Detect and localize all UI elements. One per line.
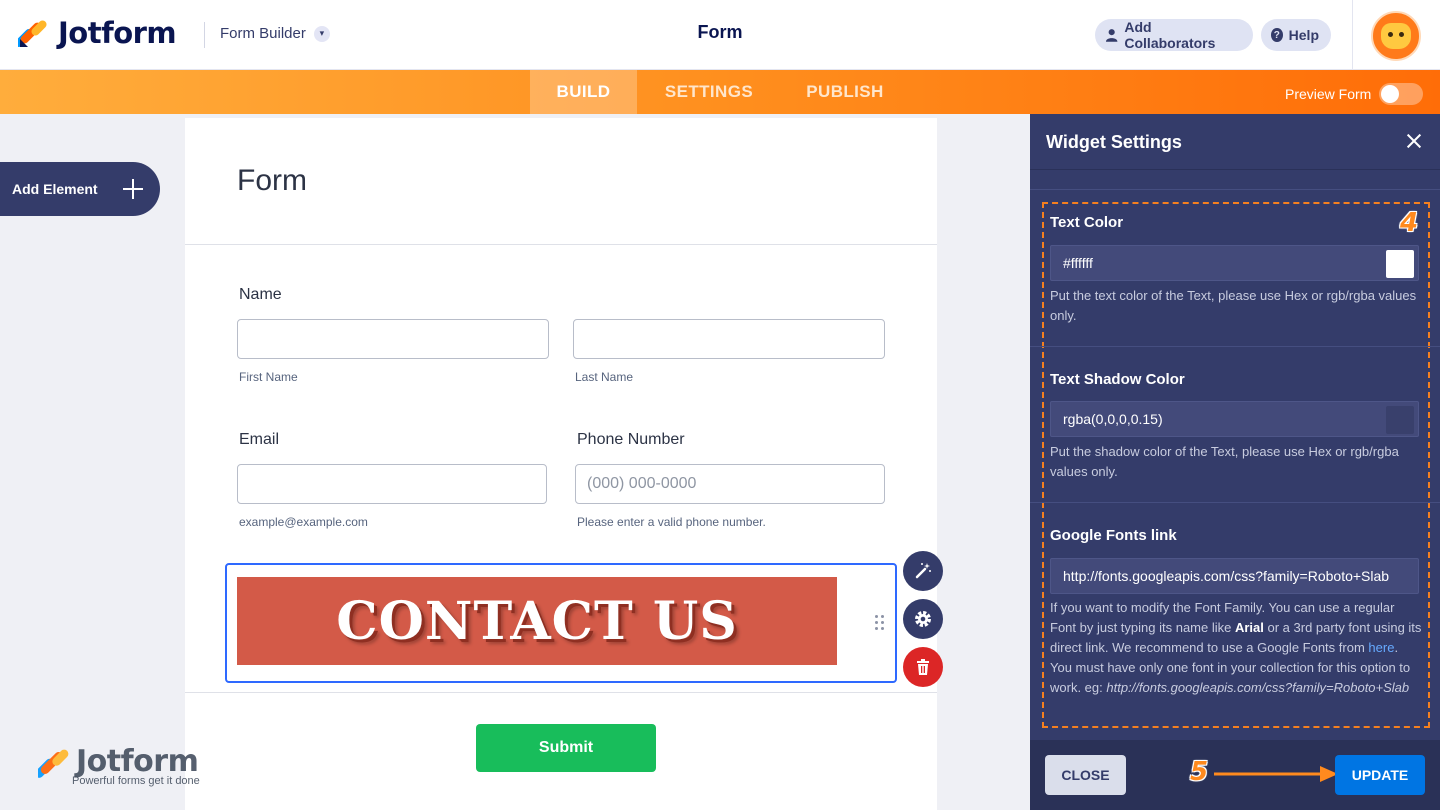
last-name-sublabel: Last Name (575, 370, 634, 384)
contact-us-text: CONTACT US (336, 590, 738, 652)
heading-divider (185, 244, 937, 245)
tab-build[interactable]: BUILD (530, 70, 637, 114)
submit-button[interactable]: Submit (476, 724, 656, 772)
magic-wand-icon (915, 563, 931, 579)
close-button[interactable]: CLOSE (1045, 755, 1126, 795)
add-element-label: Add Element (12, 181, 98, 197)
chevron-down-icon: ▾ (313, 25, 330, 42)
user-icon (1105, 29, 1118, 42)
avatar-face-icon (1381, 23, 1411, 49)
contact-us-image: CONTACT US (237, 577, 837, 665)
panel-header: Widget Settings (1030, 114, 1440, 170)
google-fonts-help: If you want to modify the Font Family. Y… (1050, 598, 1422, 698)
form-title[interactable]: Form (620, 22, 820, 43)
text-shadow-swatch[interactable] (1386, 406, 1414, 434)
section-divider (1030, 502, 1440, 503)
google-fonts-value: http://fonts.googleapis.com/css?family=R… (1063, 568, 1390, 584)
phone-label: Phone Number (577, 431, 685, 448)
tab-publish[interactable]: PUBLISH (781, 70, 909, 114)
panel-title: Widget Settings (1046, 132, 1182, 152)
jotform-logo-icon (18, 20, 47, 47)
step-4-annotation: 4 (1400, 208, 1419, 238)
google-fonts-label: Google Fonts link (1050, 527, 1177, 544)
form-heading[interactable]: Form (237, 164, 307, 198)
tab-settings[interactable]: SETTINGS (637, 70, 781, 114)
text-shadow-value: rgba(0,0,0,0.15) (1063, 411, 1163, 427)
image-widget-selected[interactable]: CONTACT US (225, 563, 897, 683)
preview-form-toggle[interactable]: Preview Form (1285, 83, 1424, 105)
panel-footer: CLOSE 5 UPDATE (1030, 740, 1440, 810)
watermark-wordmark: Jotform (76, 744, 199, 779)
logo-wordmark: Jotform (58, 16, 177, 50)
toggle-knob (1381, 85, 1400, 103)
text-color-value: #ffffff (1063, 255, 1093, 271)
fonts-help-arial: Arial (1234, 620, 1264, 635)
help-button[interactable]: ? Help (1261, 19, 1331, 51)
text-color-label: Text Color (1050, 214, 1124, 231)
avatar[interactable] (1371, 11, 1421, 61)
close-icon[interactable] (1406, 133, 1422, 149)
watermark-logo-icon (38, 749, 69, 778)
phone-placeholder: (000) 000-0000 (587, 475, 697, 492)
first-name-input[interactable] (237, 319, 549, 359)
question-icon: ? (1271, 28, 1283, 42)
add-collaborators-button[interactable]: Add Collaborators (1095, 19, 1253, 51)
form-builder-label: Form Builder (220, 25, 306, 42)
phone-sublabel: Please enter a valid phone number. (577, 515, 766, 529)
section-divider (1030, 346, 1440, 347)
delete-button[interactable] (903, 647, 943, 687)
widget-settings-button[interactable] (903, 599, 943, 639)
add-collaborators-label: Add Collaborators (1124, 19, 1216, 51)
submit-divider (185, 692, 937, 693)
google-fonts-input[interactable]: http://fonts.googleapis.com/css?family=R… (1050, 558, 1419, 594)
jotform-logo[interactable]: Jotform (18, 16, 177, 50)
arrow-right-icon (1214, 766, 1338, 782)
toggle-switch[interactable] (1379, 83, 1424, 105)
email-label: Email (239, 431, 280, 448)
header-divider (204, 22, 205, 48)
builder-nav: BUILD SETTINGS PUBLISH Preview Form (0, 70, 1440, 114)
drag-handle-icon[interactable] (875, 615, 885, 631)
fonts-help-example: http://fonts.googleapis.com/css?family=R… (1106, 680, 1410, 695)
add-element-button[interactable]: Add Element (0, 162, 160, 216)
first-name-sublabel: First Name (239, 370, 298, 384)
plus-icon (122, 178, 144, 200)
magic-wand-button[interactable] (903, 551, 943, 591)
last-name-input[interactable] (573, 319, 885, 359)
email-sublabel: example@example.com (239, 515, 368, 529)
text-shadow-input[interactable]: rgba(0,0,0,0.15) (1050, 401, 1419, 437)
text-shadow-label: Text Shadow Color (1050, 371, 1185, 388)
top-header: Jotform Form Builder ▾ Form Add Collabor… (0, 0, 1440, 70)
panel-divider (1030, 189, 1440, 190)
phone-input[interactable]: (000) 000-0000 (575, 464, 885, 504)
text-color-help: Put the text color of the Text, please u… (1050, 288, 1417, 323)
trash-icon (917, 659, 929, 675)
google-fonts-link[interactable]: here (1368, 640, 1394, 655)
help-label: Help (1288, 27, 1319, 43)
email-input[interactable] (237, 464, 547, 504)
update-button[interactable]: UPDATE (1335, 755, 1425, 795)
form-builder-dropdown[interactable]: Form Builder ▾ (220, 25, 330, 42)
text-color-input[interactable]: #ffffff (1050, 245, 1419, 281)
text-shadow-help: Put the shadow color of the Text, please… (1050, 444, 1399, 479)
widget-settings-panel: Widget Settings Text Color #ffffff Put t… (1030, 114, 1440, 810)
step-5-annotation: 5 (1190, 757, 1209, 787)
header-divider-right (1352, 0, 1353, 70)
gear-icon (915, 611, 931, 627)
text-color-swatch[interactable] (1386, 250, 1414, 278)
preview-form-label: Preview Form (1285, 86, 1372, 102)
watermark-tagline: Powerful forms get it done (72, 775, 200, 787)
form-canvas: Form Name First Name Last Name Email exa… (185, 118, 937, 810)
name-label: Name (239, 286, 282, 303)
